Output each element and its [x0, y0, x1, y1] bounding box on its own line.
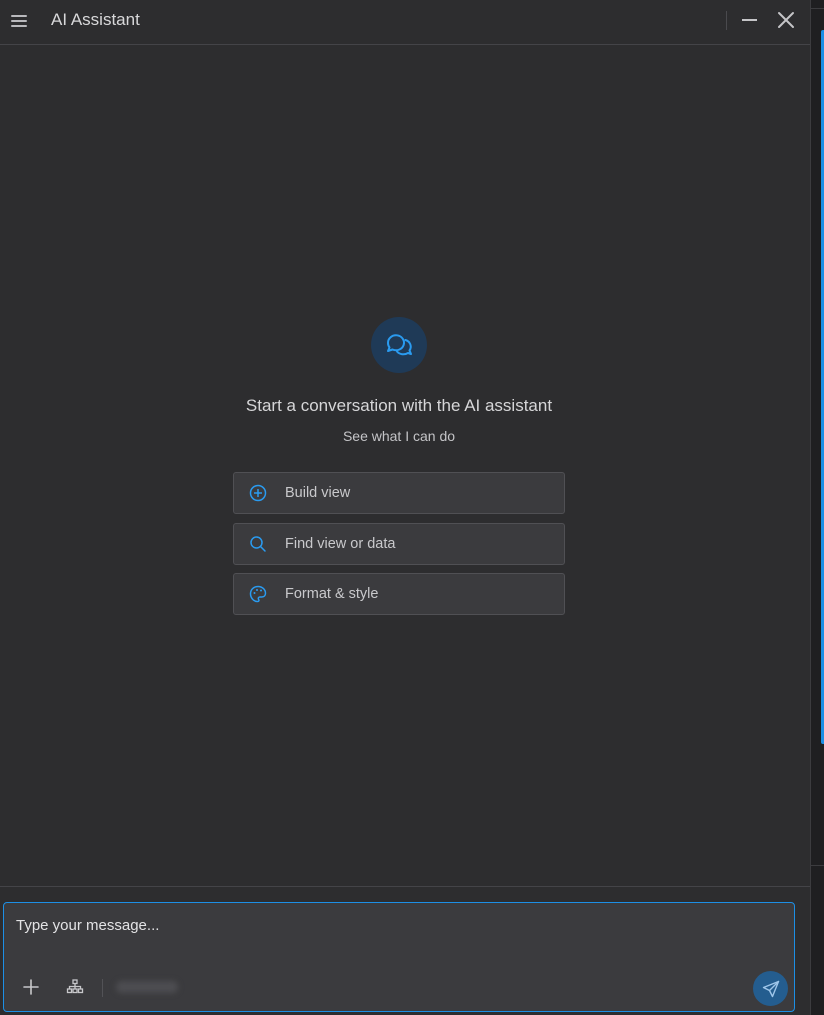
empty-state-heading: Start a conversation with the AI assista… [245, 396, 553, 415]
suggestion-build-view[interactable]: Build view [233, 472, 565, 514]
suggestion-find-view[interactable]: Find view or data [233, 523, 565, 565]
suggestion-format-style[interactable]: Format & style [233, 573, 565, 615]
message-composer[interactable]: Type your message... [3, 902, 795, 1012]
chat-bubbles-icon [371, 317, 427, 373]
search-icon [250, 536, 266, 552]
palette-icon [249, 585, 267, 603]
suggestion-label: Find view or data [285, 536, 396, 552]
redacted-chip [116, 981, 178, 993]
plus-circle-icon [249, 484, 267, 502]
message-input[interactable]: Type your message... [16, 917, 159, 934]
close-button[interactable] [776, 10, 796, 30]
composer-divider-vertical [102, 979, 103, 997]
minimize-button[interactable] [740, 10, 760, 30]
close-icon [778, 12, 794, 28]
context-button[interactable] [66, 978, 84, 996]
panel-title: AI Assistant [51, 10, 140, 29]
suggestion-label: Build view [285, 485, 351, 501]
header-divider [726, 11, 727, 30]
hierarchy-icon [66, 979, 84, 994]
minimize-icon [742, 19, 757, 21]
suggestion-label: Format & style [285, 586, 379, 602]
attach-button[interactable] [22, 978, 40, 996]
composer-divider [0, 886, 810, 887]
plus-icon [23, 979, 39, 995]
empty-state-subheading: See what I can do [342, 428, 456, 444]
panel-header: AI Assistant [0, 0, 810, 45]
send-button[interactable] [753, 971, 788, 1006]
adjacent-panel-edge [810, 0, 824, 1015]
hamburger-icon[interactable] [11, 12, 29, 30]
ai-assistant-panel: AI Assistant Start a conversation with t… [0, 0, 810, 1015]
send-icon [762, 980, 779, 997]
